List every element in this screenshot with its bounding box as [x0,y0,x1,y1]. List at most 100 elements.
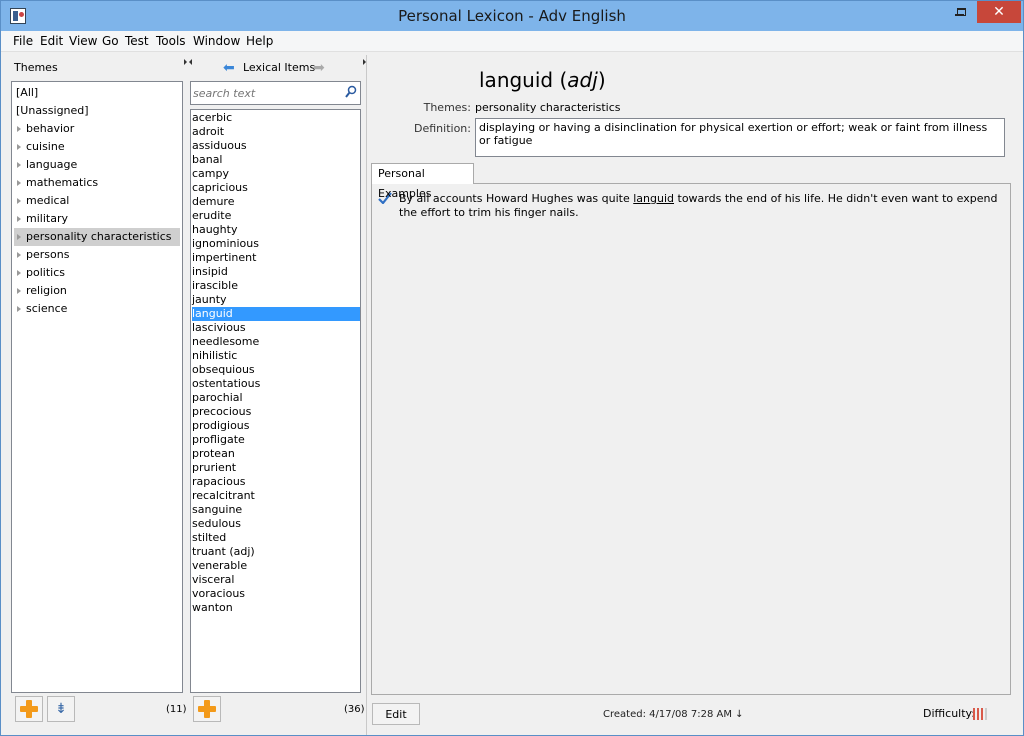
lexical-item[interactable]: needlesome [192,335,360,349]
lexical-item[interactable]: visceral [192,573,360,587]
sort-down-icon[interactable]: ↓ [735,709,743,720]
title-bar[interactable]: Personal Lexicon - Adv English ✕ [1,1,1023,31]
lexical-item[interactable]: languid [192,307,360,321]
lexical-item[interactable]: ostentatious [192,377,360,391]
items-count: (36) [344,704,365,715]
expand-arrow-icon[interactable] [17,180,21,186]
lexical-items-list[interactable]: acerbic adroit assiduous banal campy capricio… [190,109,361,693]
maximize-button[interactable] [947,1,975,23]
lexical-item[interactable]: banal [192,153,360,167]
expand-arrow-icon[interactable] [17,306,21,312]
lexical-item[interactable]: prurient [192,461,360,475]
lexical-item[interactable]: lascivious [192,321,360,335]
lexical-item[interactable]: obsequious [192,363,360,377]
menu-edit[interactable]: Edit [40,34,63,48]
window-title: Personal Lexicon - Adv English [398,7,626,25]
theme-item[interactable]: mathematics [14,174,180,192]
lexical-item[interactable]: campy [192,167,360,181]
search-field[interactable] [190,81,361,105]
lexical-item[interactable]: stilted [192,531,360,545]
theme-item[interactable]: medical [14,192,180,210]
theme-item[interactable]: [All] [14,84,180,102]
lexical-item[interactable]: impertinent [192,251,360,265]
theme-label: cuisine [26,140,65,153]
tab-personal-examples[interactable]: Personal Examples [371,163,474,200]
lexical-item[interactable]: rapacious [192,475,360,489]
menu-view[interactable]: View [69,34,97,48]
lexical-item[interactable]: demure [192,195,360,209]
menu-help[interactable]: Help [246,34,273,48]
expand-arrow-icon[interactable] [17,162,21,168]
lexical-item[interactable]: jaunty [192,293,360,307]
lexical-item[interactable]: ignominious [192,237,360,251]
theme-label: religion [26,284,67,297]
expand-arrow-icon[interactable] [17,198,21,204]
expand-arrow-icon[interactable] [17,270,21,276]
back-arrow-icon[interactable]: ⬅ [223,61,235,75]
close-icon: ✕ [993,4,1005,20]
themes-tree[interactable]: [All] [Unassigned] behavior cuisine language… [11,81,183,693]
lexical-item[interactable]: irascible [192,279,360,293]
lexical-item[interactable]: wanton [192,601,360,615]
theme-item[interactable]: persons [14,246,180,264]
close-button[interactable]: ✕ [977,1,1021,23]
example-before: By all accounts Howard Hughes was quite [399,192,634,205]
difficulty-bar [985,708,987,720]
add-theme-button[interactable] [15,696,43,722]
expand-arrow-icon[interactable] [17,144,21,150]
lexical-item[interactable]: erudite [192,209,360,223]
lexical-item[interactable]: venerable [192,559,360,573]
panel-splitter[interactable] [366,55,367,735]
theme-item[interactable]: religion [14,282,180,300]
theme-label: medical [26,194,70,207]
forward-arrow-icon[interactable]: ➡ [313,61,325,75]
lexical-item[interactable]: profligate [192,433,360,447]
theme-item[interactable]: language [14,156,180,174]
lexical-item[interactable]: protean [192,447,360,461]
lexical-item[interactable]: nihilistic [192,349,360,363]
theme-item[interactable]: military [14,210,180,228]
menu-test[interactable]: Test [125,34,149,48]
collapse-all-button[interactable]: ⇟ [47,696,75,722]
lexical-item[interactable]: recalcitrant [192,489,360,503]
lexical-item[interactable]: parochial [192,391,360,405]
theme-item[interactable]: behavior [14,120,180,138]
lexical-item[interactable]: voracious [192,587,360,601]
theme-item[interactable]: politics [14,264,180,282]
lexical-item[interactable]: prodigious [192,419,360,433]
edit-button[interactable]: Edit [372,703,420,725]
definition-box[interactable]: displaying or having a disinclination fo… [475,118,1005,157]
expand-arrow-icon[interactable] [17,216,21,222]
lexical-item[interactable]: assiduous [192,139,360,153]
lexical-item[interactable]: sanguine [192,503,360,517]
expand-arrow-icon[interactable] [17,126,21,132]
theme-item[interactable]: cuisine [14,138,180,156]
search-input[interactable] [193,85,339,101]
difficulty-label: Difficulty: [923,707,975,720]
search-icon[interactable] [345,85,357,99]
lexical-item[interactable]: insipid [192,265,360,279]
add-item-button[interactable] [193,696,221,722]
difficulty-meter[interactable] [973,708,987,720]
menu-window[interactable]: Window [193,34,240,48]
theme-item[interactable]: science [14,300,180,318]
expand-arrow-icon[interactable] [17,288,21,294]
expand-arrow-icon[interactable] [17,234,21,240]
definition-text: displaying or having a disinclination fo… [479,121,988,147]
lexical-item[interactable]: capricious [192,181,360,195]
expand-left-icon[interactable] [189,59,192,65]
lexical-item[interactable]: acerbic [192,111,360,125]
lexical-item[interactable]: precocious [192,405,360,419]
lexical-item[interactable]: haughty [192,223,360,237]
lexical-item[interactable]: adroit [192,125,360,139]
menu-tools[interactable]: Tools [156,34,186,48]
difficulty-bar [981,708,983,720]
lexical-item[interactable]: sedulous [192,517,360,531]
theme-item[interactable]: [Unassigned] [14,102,180,120]
menu-file[interactable]: File [13,34,33,48]
collapse-themes-icon[interactable] [184,59,187,65]
expand-arrow-icon[interactable] [17,252,21,258]
lexical-item[interactable]: truant (adj) [192,545,360,559]
menu-go[interactable]: Go [102,34,119,48]
theme-item[interactable]: personality characteristics [14,228,180,246]
